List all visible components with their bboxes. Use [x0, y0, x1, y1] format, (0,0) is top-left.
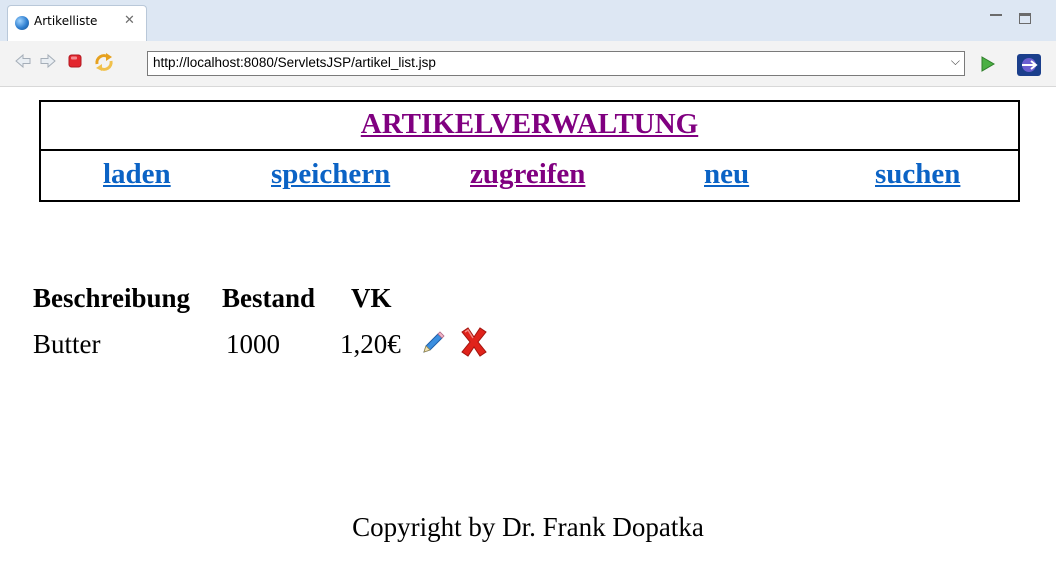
nav-link-suchen[interactable]: suchen	[875, 158, 960, 191]
url-text: http://localhost:8080/ServletsJSP/artike…	[153, 55, 436, 70]
nav-link-speichern[interactable]: speichern	[271, 158, 390, 191]
title-row: ARTIKELVERWALTUNG	[41, 102, 1018, 151]
tab-title: Artikelliste	[34, 14, 98, 28]
table-cell-vk: 1,20€	[340, 329, 401, 359]
nav-link-laden[interactable]: laden	[103, 158, 171, 191]
refresh-icon[interactable]	[93, 52, 115, 72]
table-cell-beschreibung: Butter	[33, 329, 101, 359]
column-header-beschreibung: Beschreibung	[33, 283, 191, 313]
stop-icon[interactable]	[66, 52, 84, 70]
title-link[interactable]: ARTIKELVERWALTUNG	[41, 108, 1018, 141]
tab-close-icon[interactable]: ✕	[124, 13, 135, 28]
globe-icon	[15, 16, 29, 30]
browser-toolbar: http://localhost:8080/ServletsJSP/artike…	[0, 41, 1056, 87]
minimize-button[interactable]	[990, 6, 1002, 16]
url-input[interactable]: http://localhost:8080/ServletsJSP/artike…	[147, 51, 965, 76]
table-cell-bestand: 1000	[226, 329, 280, 359]
go-play-icon[interactable]	[978, 55, 996, 73]
delete-x-icon[interactable]	[457, 326, 491, 358]
footer-copyright: Copyright by Dr. Frank Dopatka	[352, 512, 704, 542]
eclipse-perspective-icon[interactable]	[1016, 53, 1042, 77]
forward-arrow-icon[interactable]	[39, 52, 57, 70]
browser-tab-bar: Artikelliste ✕	[0, 0, 1056, 41]
nav-link-neu[interactable]: neu	[704, 158, 749, 191]
column-header-bestand: Bestand	[222, 283, 316, 313]
browser-tab[interactable]: Artikelliste ✕	[7, 5, 147, 41]
edit-pencil-icon[interactable]	[420, 330, 446, 356]
column-header-vk: VK	[351, 283, 392, 313]
chevron-down-icon[interactable]: ⌵	[951, 54, 960, 69]
header-table: ARTIKELVERWALTUNG laden speichern zugrei…	[39, 100, 1020, 202]
nav-link-zugreifen[interactable]: zugreifen	[470, 158, 585, 191]
back-arrow-icon[interactable]	[14, 52, 32, 70]
maximize-button[interactable]	[1019, 13, 1031, 24]
nav-row: laden speichern zugreifen neu suchen	[41, 151, 1018, 200]
